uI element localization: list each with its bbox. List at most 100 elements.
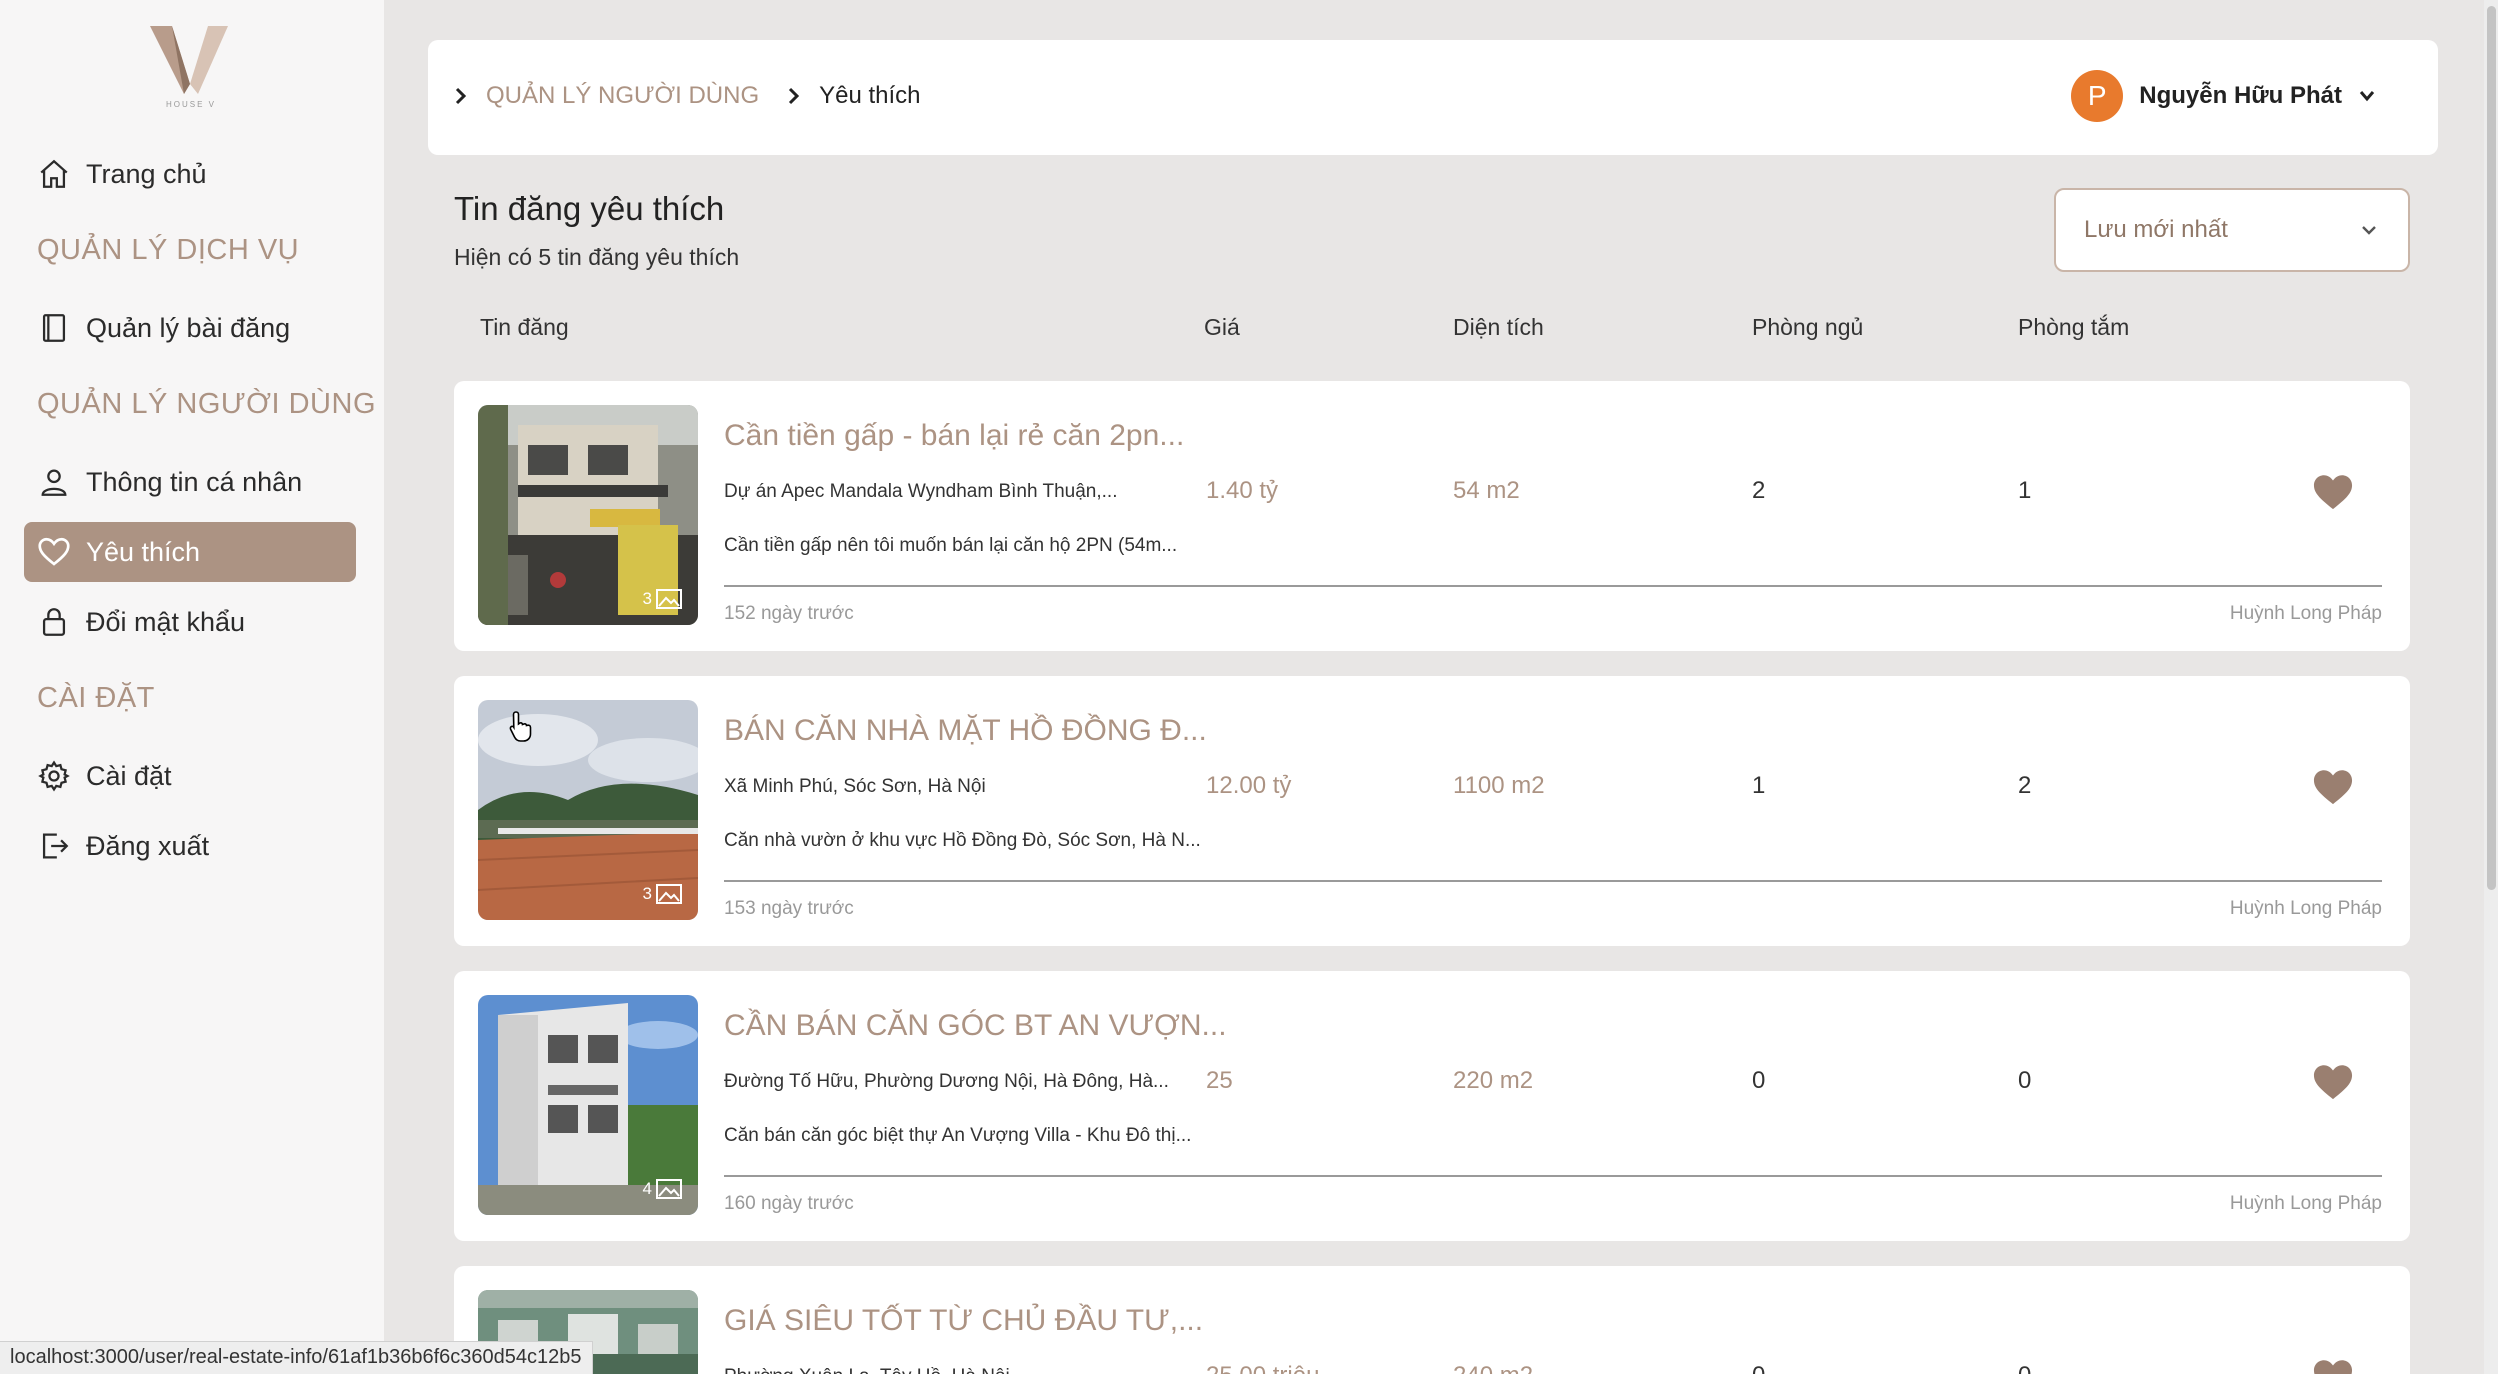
sidebar-item-change-password[interactable]: Đổi mật khẩu [24,592,356,652]
breadcrumb: QUẢN LÝ NGƯỜI DÙNG Yêu thích [454,82,921,110]
favorite-heart-icon[interactable] [2310,471,2356,511]
photo-count: 4 [643,1179,682,1199]
sidebar-item-home[interactable]: Trang chủ [24,144,356,204]
column-header-bathrooms: Phòng tắm [2018,314,2130,340]
sidebar: HOUSE V Trang chủ QUẢN LÝ DỊCH VỤ Quản l… [0,0,384,1374]
listing-title[interactable]: BÁN CĂN NHÀ MẶT HỒ ĐỒNG Đ... [724,714,1207,748]
listing-price: 25.00 triệu [1206,1362,1319,1374]
sidebar-item-label: Đăng xuất [86,830,210,861]
listing-bathrooms: 0 [2018,1067,2032,1094]
listing-card[interactable]: GIÁ SIÊU TỐT TỪ CHỦ ĐẦU TƯ,... Phường Xu… [454,1266,2410,1374]
home-icon [36,156,72,192]
header-bar: QUẢN LÝ NGƯỜI DÙNG Yêu thích P Nguyễn Hữ… [428,40,2438,155]
sidebar-item-label: Đổi mật khẩu [86,606,246,637]
image-icon [656,589,682,609]
sidebar-item-label: Quản lý bài đăng [86,312,291,343]
scrollbar-thumb[interactable] [2487,6,2496,890]
column-header-area: Diện tích [1453,314,1544,340]
listing-area: 240 m2 [1453,1362,1533,1374]
photo-count-value: 3 [642,884,652,903]
listing-bathrooms: 2 [2018,772,2032,799]
logo-text: HOUSE V [166,100,217,109]
listing-description: Căn bán căn góc biệt thự An Vượng Villa … [724,1125,1192,1146]
section-title-settings: CÀI ĐẶT [37,682,155,714]
photo-count: 3 [643,884,682,904]
breadcrumb-parent[interactable]: QUẢN LÝ NGƯỜI DÙNG [486,82,759,110]
user-name: Nguyễn Hữu Phát [2139,82,2342,109]
favorite-heart-icon[interactable] [2310,766,2356,806]
listing-title[interactable]: Cần tiền gấp - bán lại rẻ căn 2pn... [724,419,1184,453]
listing-bathrooms: 0 [2018,1362,2031,1374]
breadcrumb-current: Yêu thích [819,82,921,109]
gear-icon [36,758,72,794]
divider [724,1175,2382,1177]
listing-area: 1100 m2 [1453,772,1545,799]
listing-bathrooms: 1 [2018,477,2032,504]
listing-bedrooms: 1 [1752,772,1766,799]
logo[interactable]: HOUSE V [150,22,230,114]
listing-title[interactable]: CẦN BÁN CĂN GÓC BT AN VƯỢN... [724,1009,1227,1043]
image-icon [656,1179,682,1199]
listing-card[interactable]: 4 CẦN BÁN CĂN GÓC BT AN VƯỢN... Đường Tố… [454,971,2410,1241]
user-icon [36,464,72,500]
listing-area: 54 m2 [1453,477,1520,504]
listing-posted-time: 160 ngày trước [724,1193,854,1214]
column-header-listing: Tin đăng [480,314,569,340]
listing-card[interactable]: 3 Cần tiền gấp - bán lại rẻ căn 2pn... D… [454,381,2410,651]
sidebar-item-favorites[interactable]: Yêu thích [24,522,356,582]
listing-price: 12.00 tỷ [1206,772,1292,799]
image-icon [656,884,682,904]
heart-icon [36,534,72,570]
listing-address: Đường Tố Hữu, Phường Dương Nội, Hà Đông,… [724,1071,1169,1092]
favorite-heart-icon[interactable] [2310,1356,2356,1374]
listing-description: Cần tiền gấp nên tôi muốn bán lại căn hộ… [724,535,1178,556]
sidebar-item-label: Cài đặt [86,760,172,791]
page-title: Tin đăng yêu thích [454,190,725,227]
sidebar-item-label: Trang chủ [86,158,207,189]
listing-price: 25 [1206,1067,1233,1094]
lock-icon [36,604,72,640]
listing-thumbnail[interactable]: 3 [478,405,698,625]
sidebar-item-settings[interactable]: Cài đặt [24,746,356,806]
listing-author: Huỳnh Long Pháp [2229,898,2382,919]
sidebar-item-profile[interactable]: Thông tin cá nhân [24,452,356,512]
photo-count: 3 [643,589,682,609]
listing-thumbnail[interactable]: 4 [478,995,698,1215]
favorite-heart-icon[interactable] [2310,1061,2356,1101]
listing-bedrooms: 0 [1752,1067,1766,1094]
listing-title[interactable]: GIÁ SIÊU TỐT TỪ CHỦ ĐẦU TƯ,... [724,1304,1203,1338]
divider [724,880,2382,882]
photo-count-value: 4 [642,1179,652,1198]
chevron-down-icon [2362,226,2376,235]
pointer-cursor-icon [509,711,532,742]
listing-area: 220 m2 [1453,1067,1534,1094]
section-title-service: QUẢN LÝ DỊCH VỤ [37,234,300,266]
listing-author: Huỳnh Long Pháp [2229,603,2382,624]
chevron-right-icon [789,87,800,105]
chevron-down-icon [2359,91,2375,102]
sidebar-item-manage-posts[interactable]: Quản lý bài đăng [24,298,356,358]
user-menu[interactable]: P Nguyễn Hữu Phát [2071,70,2376,122]
status-bar-url: localhost:3000/user/real-estate-info/61a… [0,1341,593,1374]
column-header-price: Giá [1204,314,1240,340]
listing-posted-time: 152 ngày trước [724,603,854,624]
chevron-right-icon [455,87,467,105]
listing-address: Xã Minh Phú, Sóc Sơn, Hà Nội [724,776,986,797]
column-header-bedrooms: Phòng ngủ [1752,314,1864,340]
logout-icon [36,828,72,864]
listing-card[interactable]: 3 BÁN CĂN NHÀ MẶT HỒ ĐỒNG Đ... Xã Minh P… [454,676,2410,946]
divider [724,585,2382,587]
avatar: P [2071,70,2124,122]
listing-bedrooms: 0 [1752,1362,1765,1374]
sidebar-item-label: Thông tin cá nhân [86,466,303,497]
section-title-user: QUẢN LÝ NGƯỜI DÙNG [37,388,377,420]
sidebar-item-logout[interactable]: Đăng xuất [24,816,356,876]
listing-posted-time: 153 ngày trước [724,898,854,919]
listing-address: Dự án Apec Mandala Wyndham Bình Thuận,..… [724,481,1118,502]
sidebar-item-label: Yêu thích [86,536,201,567]
sort-select[interactable]: Lưu mới nhất [2054,188,2410,272]
photo-count-value: 3 [642,589,652,608]
listing-price: 1.40 tỷ [1206,477,1279,504]
listing-address: Phường Xuân La, Tây Hồ, Hà Nội [724,1366,1010,1374]
sort-select-value: Lưu mới nhất [2084,216,2228,243]
